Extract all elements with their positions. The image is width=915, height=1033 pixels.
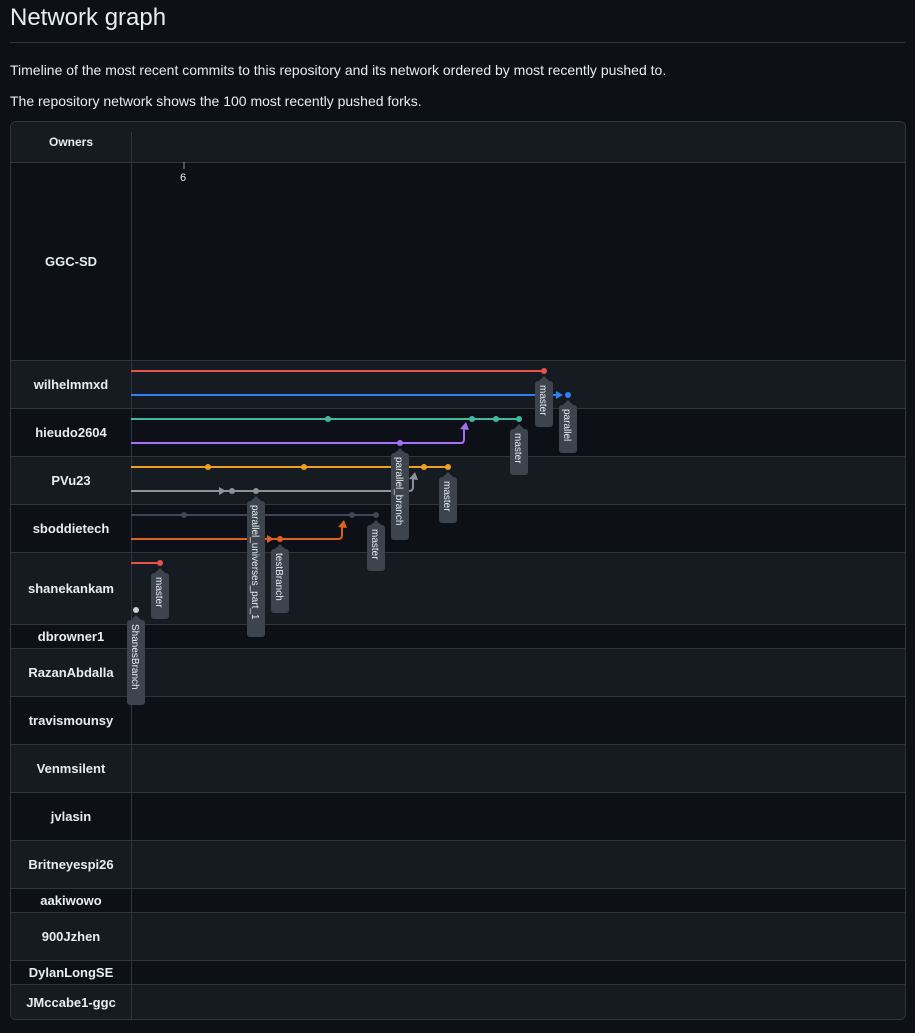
commit-dot[interactable] — [277, 536, 283, 542]
commit-dot[interactable] — [445, 464, 451, 470]
branch-label-PVu23-parallel_universes_part_1[interactable]: parallel_universes_part_1 — [247, 496, 265, 637]
date-tick-label: 6 — [180, 172, 186, 184]
branch-label-wilhelmmxd-parallel[interactable]: parallel — [559, 400, 577, 453]
branch-line — [131, 525, 343, 540]
svg-text:parallel_branch: parallel_branch — [393, 457, 404, 525]
commit-graph-canvas[interactable]: 6 master parallel master parallel_branch… — [11, 122, 905, 1019]
commit-dot[interactable] — [397, 440, 403, 446]
page-title: Network graph — [10, 4, 167, 31]
svg-text:testBranch: testBranch — [273, 553, 284, 601]
merge-arrow — [267, 535, 274, 543]
branch-label-shanekankam-ShanesBranch[interactable]: ShanesBranch — [127, 615, 145, 705]
merge-arrow — [556, 391, 563, 399]
branch-label-shanekankam-master[interactable]: master — [151, 568, 169, 619]
commit-dot[interactable] — [325, 416, 331, 422]
branch-label-sboddietech-master[interactable]: master — [367, 520, 385, 571]
merge-arrow — [219, 487, 226, 495]
merge-arrow — [409, 472, 418, 480]
svg-text:master: master — [537, 385, 548, 416]
commit-dot[interactable] — [421, 464, 427, 470]
branch-label-hieudo2604-master[interactable]: master — [510, 424, 528, 475]
merge-arrow — [460, 422, 469, 430]
commit-dot[interactable] — [181, 512, 187, 518]
svg-text:master: master — [512, 433, 523, 464]
commit-dot[interactable] — [516, 416, 522, 422]
branch-line — [131, 427, 465, 444]
commit-dot[interactable] — [493, 416, 499, 422]
title-divider — [10, 42, 905, 43]
commit-dot[interactable] — [133, 607, 139, 613]
commit-dot[interactable] — [301, 464, 307, 470]
merge-arrow — [338, 520, 347, 528]
svg-text:master: master — [369, 529, 380, 560]
svg-text:master: master — [153, 577, 164, 608]
commit-dot[interactable] — [373, 512, 379, 518]
branch-label-sboddietech-testBranch[interactable]: testBranch — [271, 544, 289, 613]
branch-line — [131, 477, 414, 492]
network-graph[interactable]: Owners GGC-SD wilhelmmxd hieudo2604 PVu2… — [10, 121, 906, 1020]
svg-text:parallel: parallel — [561, 409, 572, 441]
commit-dot[interactable] — [205, 464, 211, 470]
commit-dot[interactable] — [469, 416, 475, 422]
branch-label-hieudo2604-parallel_branch[interactable]: parallel_branch — [391, 448, 409, 540]
branch-label-wilhelmmxd-master[interactable]: master — [535, 376, 553, 427]
graph-description: Timeline of the most recent commits to t… — [10, 62, 667, 78]
commit-dot[interactable] — [229, 488, 235, 494]
svg-text:ShanesBranch: ShanesBranch — [129, 624, 140, 690]
svg-text:master: master — [441, 481, 452, 512]
commit-dot[interactable] — [349, 512, 355, 518]
commit-dot[interactable] — [565, 392, 571, 398]
commit-dot[interactable] — [157, 560, 163, 566]
network-description: The repository network shows the 100 mos… — [10, 93, 422, 109]
commit-dot[interactable] — [253, 488, 259, 494]
commit-dot[interactable] — [541, 368, 547, 374]
branch-label-PVu23-master[interactable]: master — [439, 472, 457, 523]
svg-text:parallel_universes_part_1: parallel_universes_part_1 — [249, 505, 260, 620]
